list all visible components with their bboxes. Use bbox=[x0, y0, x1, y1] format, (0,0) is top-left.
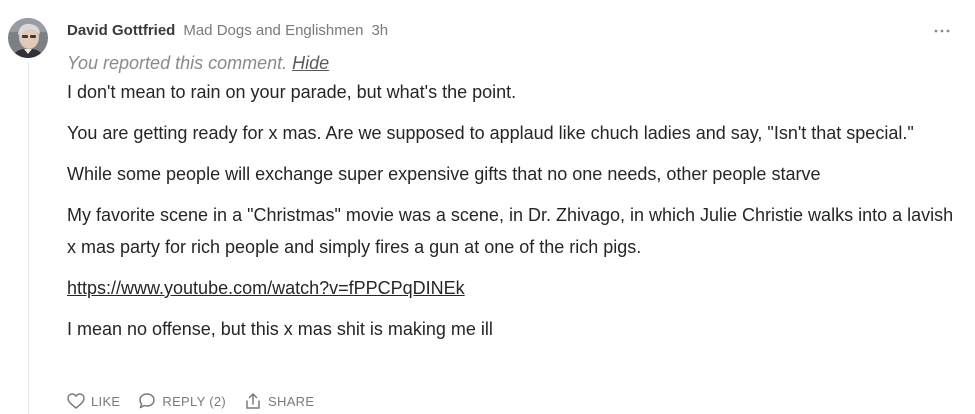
avatar[interactable] bbox=[8, 18, 48, 58]
timestamp: 3h bbox=[371, 22, 389, 39]
reply-button[interactable]: REPLY (2) bbox=[138, 392, 226, 410]
publication-name[interactable]: Mad Dogs and Englishmen bbox=[183, 22, 363, 39]
like-label: LIKE bbox=[91, 393, 121, 409]
reported-notice-text: You reported this comment. bbox=[67, 53, 288, 73]
comment-header: David Gottfried Mad Dogs and Englishmen … bbox=[67, 22, 962, 42]
comment-actions: LIKE REPLY (2) SHARE bbox=[67, 389, 332, 413]
share-icon bbox=[246, 393, 260, 409]
thread-line bbox=[28, 62, 29, 414]
share-button[interactable]: SHARE bbox=[244, 392, 314, 410]
share-label: SHARE bbox=[268, 393, 315, 409]
comment-body: I don't mean to rain on your parade, but… bbox=[67, 76, 962, 345]
avatar-image bbox=[8, 18, 48, 58]
comment-paragraph: I don't mean to rain on your parade, but… bbox=[67, 82, 517, 102]
like-button[interactable]: LIKE bbox=[67, 393, 120, 409]
reply-label: REPLY (2) bbox=[162, 393, 227, 409]
comment-paragraph: While some people will exchange super ex… bbox=[67, 164, 821, 184]
heart-icon bbox=[67, 393, 85, 409]
comment-paragraph: My favorite scene in a "Christmas" movie… bbox=[67, 205, 954, 257]
author-name[interactable]: David Gottfried bbox=[67, 22, 175, 39]
comment-paragraph: I mean no offense, but this x mas shit i… bbox=[67, 319, 493, 339]
comment: David Gottfried Mad Dogs and Englishmen … bbox=[67, 22, 962, 345]
youtube-link[interactable]: https://www.youtube.com/watch?v=fPPCPqDI… bbox=[67, 278, 465, 298]
reported-notice: You reported this comment. Hide bbox=[67, 53, 962, 75]
comment-paragraph-link: https://www.youtube.com/watch?v=fPPCPqDI… bbox=[67, 272, 962, 304]
comment-paragraph: You are getting ready for x mas. Are we … bbox=[67, 123, 914, 143]
speech-bubble-icon bbox=[139, 393, 156, 409]
hide-link[interactable]: Hide bbox=[292, 53, 329, 73]
